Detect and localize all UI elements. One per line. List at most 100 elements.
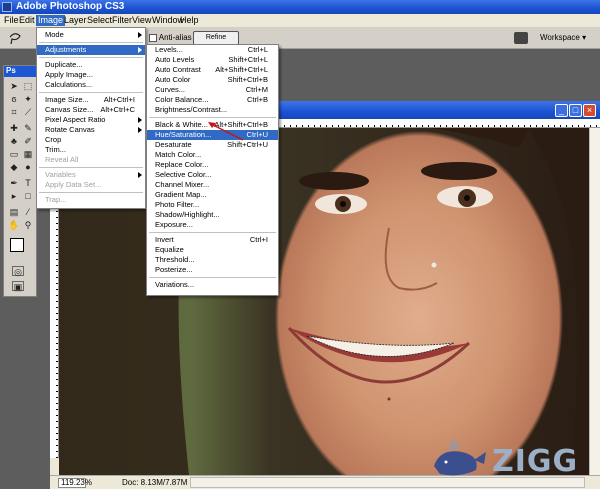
menu-item-image-size[interactable]: Image Size... Alt+Ctrl+I	[37, 95, 145, 105]
slice-tool-icon[interactable]: ⟋	[22, 107, 34, 117]
menu-item-equalize[interactable]: Equalize	[147, 245, 278, 255]
path-selection-icon[interactable]: ▸	[8, 191, 20, 201]
menu-item-label: Crop	[45, 135, 62, 144]
menu-item-invert[interactable]: Invert Ctrl+I	[147, 235, 278, 245]
submenu-arrow-icon	[138, 127, 142, 133]
magic-wand-tool-icon[interactable]: ✦	[22, 94, 34, 104]
menu-item-curves[interactable]: Curves... Ctrl+M	[147, 85, 278, 95]
minimize-icon[interactable]: _	[555, 104, 568, 117]
background-color-swatch[interactable]	[10, 238, 24, 252]
marquee-tool-icon[interactable]: ⬚	[22, 81, 34, 91]
menu-item-selective-color[interactable]: Selective Color...	[147, 170, 278, 180]
lasso-tool-icon[interactable]: ϭ	[8, 94, 20, 104]
refine-edge-button[interactable]: Refine Edge...	[193, 31, 239, 53]
menu-item-label: Curves...	[155, 85, 186, 94]
menu-item-auto-color[interactable]: Auto Color Shift+Ctrl+B	[147, 75, 278, 85]
menu-item-label: Shadow/Highlight...	[155, 210, 220, 219]
menu-item-label: Auto Contrast	[155, 65, 201, 74]
menu-item-match-color[interactable]: Match Color...	[147, 150, 278, 160]
history-brush-icon[interactable]: ✐	[22, 136, 34, 146]
gradient-tool-icon[interactable]: ▦	[22, 149, 34, 159]
menu-separator	[39, 192, 143, 193]
menu-item-label: Black & White...	[155, 120, 208, 129]
menu-item-brightness-contrast[interactable]: Brightness/Contrast...	[147, 105, 278, 115]
menu-item-label: Channel Mixer...	[155, 180, 210, 189]
menu-image[interactable]: Image	[36, 15, 66, 26]
blur-tool-icon[interactable]: ◆	[8, 162, 20, 172]
maximize-icon[interactable]: □	[569, 104, 582, 117]
menu-item-label: Auto Levels	[155, 55, 195, 64]
document-size-info[interactable]: Doc: 8.13M/7.87M	[122, 478, 187, 488]
menu-item-exposure[interactable]: Exposure...	[147, 220, 278, 230]
notes-tool-icon[interactable]: ▤	[8, 207, 20, 217]
menu-item-channel-mixer[interactable]: Channel Mixer...	[147, 180, 278, 190]
tools-panel: Ps ➤ ⬚ ϭ ✦ ⌗ ⟋ ✚ ✎ ♣ ✐ ▭ ▦ ◆ ● ✒ T ▸ □ ▤…	[3, 65, 37, 297]
submenu-arrow-icon	[138, 172, 142, 178]
menu-item-label: Mode	[45, 30, 64, 39]
menu-bar: File Edit Image Layer Select Filter View…	[0, 14, 600, 27]
menu-separator	[39, 57, 143, 58]
menu-item-mode[interactable]: Mode	[37, 30, 145, 40]
image-menu-dropdown: Mode Adjustments Duplicate... Apply Image..…	[36, 27, 146, 209]
menu-separator	[39, 167, 143, 168]
menu-item-color-balance[interactable]: Color Balance... Ctrl+B	[147, 95, 278, 105]
quick-mask-icon[interactable]: ◎	[12, 266, 24, 277]
menu-item-auto-contrast[interactable]: Auto Contrast Alt+Shift+Ctrl+L	[147, 65, 278, 75]
menu-item-crop[interactable]: Crop	[37, 135, 145, 145]
tools-panel-header: Ps	[4, 66, 36, 77]
menu-item-shortcut: Alt+Ctrl+I	[103, 95, 135, 104]
menu-item-label: Brightness/Contrast...	[155, 105, 228, 114]
menu-edit[interactable]: Edit	[17, 15, 37, 26]
anti-alias-option[interactable]: Anti-alias	[149, 33, 192, 42]
zoom-tool-icon[interactable]: ⚲	[22, 220, 34, 230]
menu-item-photo-filter[interactable]: Photo Filter...	[147, 200, 278, 210]
left-eyebrow	[299, 172, 369, 190]
menu-item-shortcut: Ctrl+L	[247, 45, 268, 54]
shape-tool-icon[interactable]: □	[22, 191, 34, 201]
pen-tool-icon[interactable]: ✒	[8, 178, 20, 188]
menu-item-rotate-canvas[interactable]: Rotate Canvas	[37, 125, 145, 135]
workspace-dropdown[interactable]: Workspace ▾	[540, 33, 586, 42]
menu-item-posterize[interactable]: Posterize...	[147, 265, 278, 275]
menu-item-shadow-highlight[interactable]: Shadow/Highlight...	[147, 210, 278, 220]
menu-item-gradient-map[interactable]: Gradient Map...	[147, 190, 278, 200]
menu-item-adjustments[interactable]: Adjustments	[37, 45, 145, 55]
menu-item-threshold[interactable]: Threshold...	[147, 255, 278, 265]
zoom-level-field[interactable]: 119.23%	[58, 478, 92, 488]
menu-item-label: Photo Filter...	[155, 200, 200, 209]
palette-well-icon[interactable]	[514, 32, 528, 44]
menu-help[interactable]: Help	[178, 15, 201, 26]
menu-item-replace-color[interactable]: Replace Color...	[147, 160, 278, 170]
menu-item-shortcut: Alt+Ctrl+C	[100, 105, 135, 114]
healing-brush-icon[interactable]: ✚	[8, 123, 20, 133]
vertical-scrollbar[interactable]	[589, 128, 600, 475]
menu-item-shortcut: Alt+Shift+Ctrl+L	[215, 65, 268, 74]
eraser-tool-icon[interactable]: ▭	[8, 149, 20, 159]
crop-tool-icon[interactable]: ⌗	[8, 107, 20, 117]
clone-stamp-icon[interactable]: ♣	[8, 136, 20, 146]
menu-item-calculations[interactable]: Calculations...	[37, 80, 145, 90]
menu-item-levels[interactable]: Levels... Ctrl+L	[147, 45, 278, 55]
menu-item-pixel-aspect-ratio[interactable]: Pixel Aspect Ratio	[37, 115, 145, 125]
photoshop-app-icon	[2, 2, 12, 12]
menu-item-shortcut: Ctrl+M	[245, 85, 268, 94]
dodge-tool-icon[interactable]: ●	[22, 162, 34, 172]
menu-item-canvas-size[interactable]: Canvas Size... Alt+Ctrl+C	[37, 105, 145, 115]
screen-mode-icon[interactable]: ▣	[12, 281, 24, 292]
eyedropper-tool-icon[interactable]: ⁄	[22, 207, 34, 217]
menu-item-trim[interactable]: Trim...	[37, 145, 145, 155]
menu-item-variations[interactable]: Variations...	[147, 280, 278, 290]
menu-item-label: Hue/Saturation...	[155, 130, 212, 139]
hand-tool-icon[interactable]: ✋	[8, 220, 20, 230]
menu-item-duplicate[interactable]: Duplicate...	[37, 60, 145, 70]
menu-item-apply-image[interactable]: Apply Image...	[37, 70, 145, 80]
lasso-tool-icon[interactable]	[8, 31, 22, 45]
type-tool-icon[interactable]: T	[22, 178, 34, 188]
anti-alias-checkbox[interactable]	[149, 33, 157, 42]
menu-separator	[39, 42, 143, 43]
move-tool-icon[interactable]: ➤	[8, 81, 20, 91]
close-icon[interactable]: ×	[583, 104, 596, 117]
menu-item-label: Replace Color...	[155, 160, 209, 169]
menu-item-auto-levels[interactable]: Auto Levels Shift+Ctrl+L	[147, 55, 278, 65]
brush-tool-icon[interactable]: ✎	[22, 123, 34, 133]
